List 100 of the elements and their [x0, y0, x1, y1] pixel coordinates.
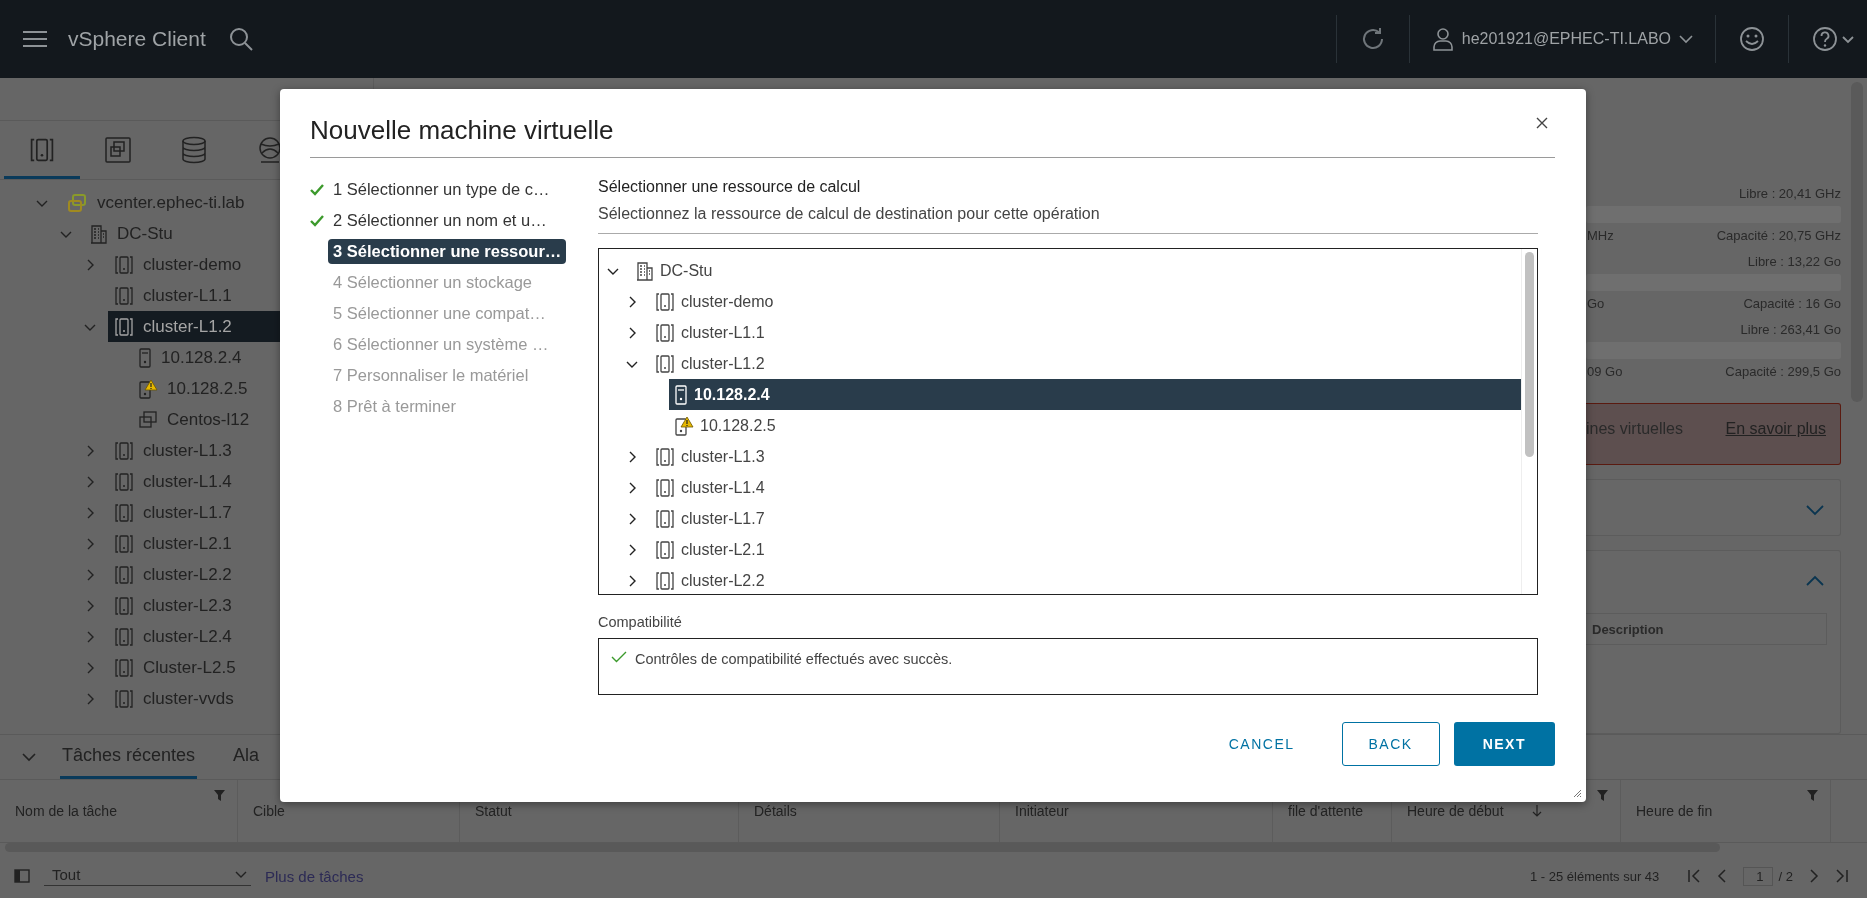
- server-warning-icon: [138, 378, 158, 399]
- tree-item[interactable]: cluster-L2.2: [108, 559, 373, 590]
- section-description: Sélectionnez la ressource de calcul de destination pour cette opération: [598, 205, 1101, 223]
- compatibility-label: Compatibilité: [598, 614, 683, 630]
- cancel-button[interactable]: CANCEL: [1201, 722, 1322, 766]
- tree-item[interactable]: cluster-L2.1: [650, 534, 1521, 565]
- panel-toggle-icon[interactable]: [14, 869, 30, 883]
- column-header[interactable]: file d'attente: [1288, 803, 1364, 819]
- tasks-tab[interactable]: Ala: [231, 735, 262, 779]
- used-value: MHz: [1586, 227, 1614, 245]
- help-icon[interactable]: [1811, 25, 1855, 53]
- sort-down-icon[interactable]: [1531, 805, 1542, 817]
- vm-icon: [104, 135, 132, 164]
- tree-item[interactable]: 10.128.2.5: [669, 410, 1521, 441]
- cluster-icon: [655, 291, 675, 312]
- tree-item[interactable]: DC-Stu: [631, 255, 1521, 286]
- cluster-icon: [114, 440, 134, 461]
- learn-more-link[interactable]: En savoir plus: [1725, 420, 1826, 438]
- next-button[interactable]: NEXT: [1453, 722, 1555, 766]
- last-page-icon[interactable]: [1835, 869, 1849, 883]
- cluster-icon: [114, 254, 134, 275]
- cluster-icon: [114, 502, 134, 523]
- compatibility-message: Contrôles de compatibilité effectués avec succès.: [635, 651, 953, 667]
- search-icon[interactable]: [227, 26, 254, 52]
- cluster-icon: [114, 595, 134, 616]
- cluster-icon: [114, 657, 134, 678]
- column-header[interactable]: Détails: [754, 803, 797, 819]
- cluster-icon: [114, 564, 134, 585]
- smiley-icon[interactable]: [1738, 25, 1766, 53]
- tree-item[interactable]: cluster-L1.2: [650, 348, 1521, 379]
- tree-item[interactable]: cluster-L2.4: [108, 621, 373, 652]
- tree-item[interactable]: cluster-L1.3: [108, 435, 373, 466]
- column-header[interactable]: Heure de début: [1407, 803, 1504, 819]
- capacity-value: Capacité : 299,5 Go: [1725, 363, 1841, 381]
- tree-item[interactable]: Cluster-L2.5: [108, 652, 373, 683]
- tree-item[interactable]: cluster-L2.3: [108, 590, 373, 621]
- page-input[interactable]: 1: [1743, 866, 1773, 886]
- column-header[interactable]: Initiateur: [1015, 803, 1069, 819]
- tree-item[interactable]: cluster-L2.1: [108, 528, 373, 559]
- cluster-icon: [655, 322, 675, 343]
- tree-item[interactable]: cluster-L1.7: [650, 503, 1521, 534]
- column-header[interactable]: Cible: [253, 803, 285, 819]
- tree-item[interactable]: cluster-demo: [650, 286, 1521, 317]
- cluster-icon: [114, 316, 134, 337]
- building-icon: [636, 260, 654, 281]
- user-menu[interactable]: he201921@EPHEC-TI.LABO: [1431, 27, 1693, 51]
- caret-icon: [1679, 34, 1693, 44]
- wizard-step[interactable]: 1 Sélectionner un type de c…: [328, 177, 555, 202]
- tree-item[interactable]: cluster-vvds: [108, 683, 373, 714]
- filter-icon[interactable]: [1807, 790, 1818, 801]
- server-icon: [674, 384, 688, 405]
- user-icon: [1431, 27, 1454, 51]
- first-page-icon[interactable]: [1687, 869, 1702, 883]
- dialog-title: Nouvelle machine virtuelle: [310, 113, 614, 146]
- tree-item[interactable]: cluster-L1.1: [650, 317, 1521, 348]
- resize-handle-icon[interactable]: [1573, 789, 1582, 798]
- app-title: vSphere Client: [68, 27, 206, 51]
- column-header[interactable]: Nom de la tâche: [15, 803, 117, 819]
- used-value: Go: [1586, 295, 1605, 313]
- free-value: Libre : 13,22 Go: [1747, 253, 1841, 271]
- capacity-value: Capacité : 20,75 GHz: [1716, 227, 1841, 245]
- cluster-icon: [114, 626, 134, 647]
- tasks-tab[interactable]: Tâches récentes: [60, 735, 198, 779]
- tree-item[interactable]: cluster-L1.7: [108, 497, 373, 528]
- cluster-icon: [655, 353, 675, 374]
- close-icon[interactable]: [1535, 116, 1549, 130]
- vm-icon: [138, 409, 158, 430]
- building-icon: [90, 223, 108, 244]
- free-value: Libre : 263,41 Go: [1740, 321, 1841, 339]
- server-icon: [138, 347, 152, 368]
- caret-icon: [235, 870, 247, 879]
- tree-item[interactable]: cluster-L2.2: [650, 565, 1521, 594]
- capacity-value: Capacité : 16 Go: [1743, 295, 1841, 313]
- scrollbar[interactable]: [1525, 252, 1534, 457]
- column-header: Description: [1591, 621, 1664, 637]
- filter-icon[interactable]: [1597, 790, 1608, 801]
- cluster-icon: [655, 446, 675, 467]
- wizard-step[interactable]: 2 Sélectionner un nom et u…: [328, 208, 552, 233]
- server-warning-icon: [674, 415, 694, 436]
- column-header[interactable]: Heure de fin: [1636, 803, 1713, 819]
- tree-item[interactable]: cluster-L1.4: [108, 466, 373, 497]
- menu-icon[interactable]: [22, 29, 48, 49]
- wizard-step[interactable]: 3 Sélectionner une ressour…: [328, 239, 567, 264]
- cluster-icon: [655, 539, 675, 560]
- back-button[interactable]: BACK: [1341, 722, 1440, 766]
- vcenter-icon: [66, 192, 88, 213]
- column-header[interactable]: Statut: [475, 803, 512, 819]
- more-tasks-link[interactable]: Plus de tâches: [265, 867, 364, 885]
- next-page-icon[interactable]: [1807, 869, 1821, 883]
- cluster-icon: [114, 533, 134, 554]
- filter-dropdown[interactable]: Tout: [44, 866, 251, 886]
- tree-item[interactable]: cluster-L1.3: [650, 441, 1521, 472]
- tree-item[interactable]: cluster-L1.4: [650, 472, 1521, 503]
- free-value: Libre : 20,41 GHz: [1739, 185, 1841, 203]
- tree-item[interactable]: 10.128.2.4: [669, 379, 1521, 410]
- globe-icon: [257, 135, 283, 164]
- filter-icon[interactable]: [214, 790, 225, 801]
- cluster-icon: [114, 471, 134, 492]
- chevron-up-icon[interactable]: [1806, 575, 1824, 588]
- section-heading: Sélectionner une ressource de calcul: [598, 177, 862, 196]
